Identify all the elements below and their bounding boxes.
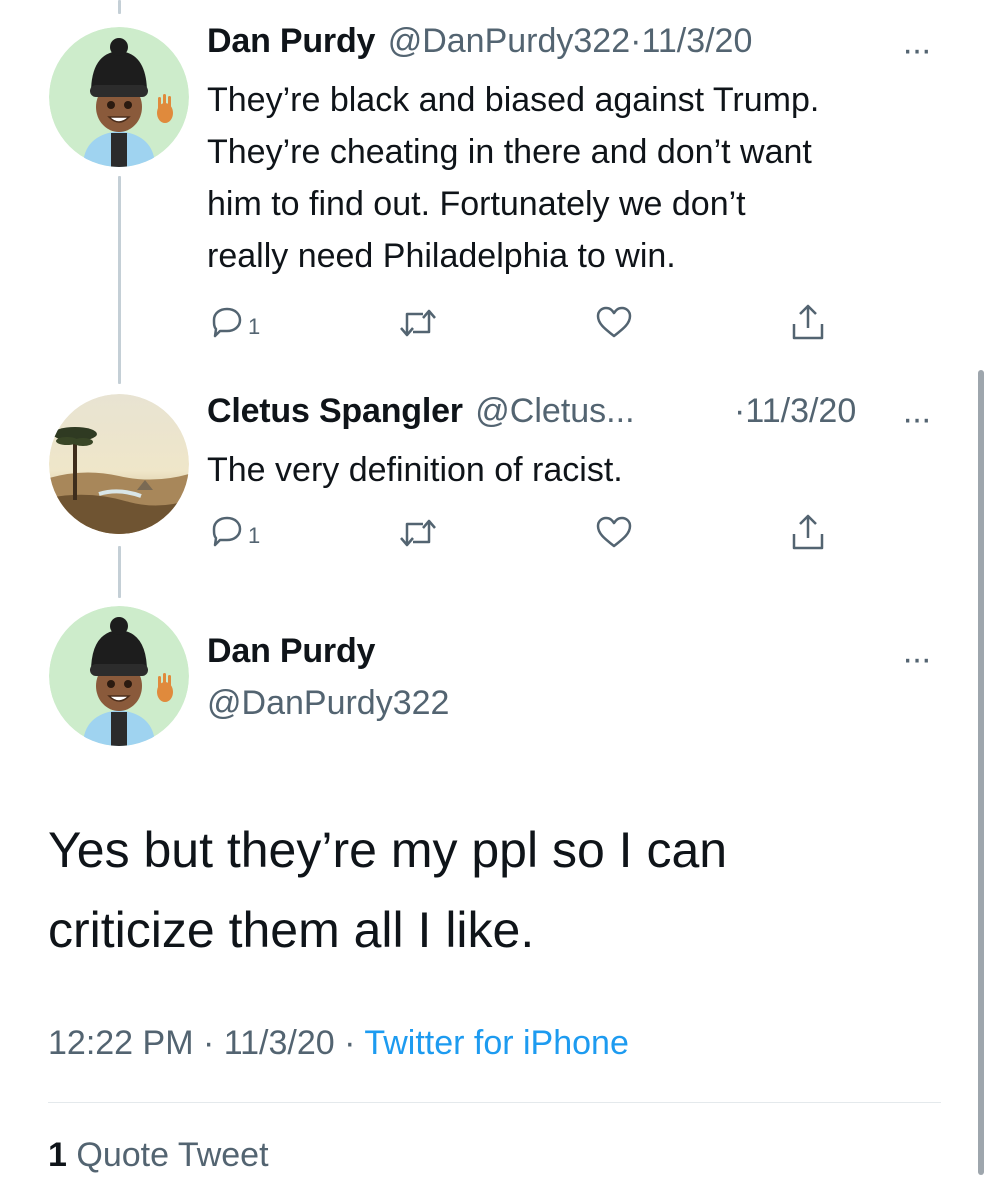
tweet-date[interactable]: 11/3/20 — [224, 1024, 335, 1062]
author-name[interactable]: Dan Purdy — [207, 22, 375, 60]
text-line: criticize them all I like. — [48, 902, 535, 958]
more-options-button[interactable]: ··· — [902, 402, 932, 436]
quote-label: Quote Tweet — [76, 1136, 269, 1174]
separator-dot: · — [202, 1024, 215, 1062]
thread-line-1 — [118, 176, 121, 384]
tweet-1-header: Dan Purdy @DanPurdy322·11/3/20 — [207, 22, 752, 61]
tweet-2-text: The very definition of racist. — [207, 444, 967, 496]
quote-tweets-link[interactable]: 1 Quote Tweet — [48, 1136, 269, 1175]
retweet-button[interactable] — [397, 306, 439, 340]
share-icon — [792, 304, 824, 340]
separator-dot: · — [734, 392, 746, 430]
text-line: The very definition of racist. — [207, 451, 623, 489]
text-line: him to find out. Fortunately we don’t — [207, 185, 746, 223]
retweet-icon — [400, 519, 436, 547]
tweet-meta: 12:22 PM · 11/3/20 · Twitter for iPhone — [48, 1024, 629, 1063]
tweet-time[interactable]: 12:22 PM — [48, 1024, 194, 1062]
reply-count: 1 — [248, 314, 261, 339]
quote-count: 1 — [48, 1136, 67, 1174]
reply-count: 1 — [248, 523, 261, 548]
author-handle[interactable]: @Cletus... — [475, 392, 634, 430]
author-name[interactable]: Cletus Spangler — [207, 392, 463, 430]
thread-line-top — [118, 0, 121, 14]
author-handle[interactable]: @DanPurdy322 — [388, 22, 630, 60]
author-handle[interactable]: @DanPurdy322 — [207, 684, 449, 723]
share-button[interactable] — [789, 302, 827, 342]
more-options-button[interactable]: ··· — [902, 33, 932, 67]
like-button[interactable] — [595, 305, 633, 339]
reply-icon — [212, 516, 242, 547]
text-line: They’re cheating in there and don’t want — [207, 133, 812, 171]
share-button[interactable] — [789, 512, 827, 552]
tweet-date[interactable]: 11/3/20 — [641, 22, 752, 60]
reply-button[interactable]: 1 — [208, 513, 260, 549]
divider — [48, 1102, 941, 1103]
text-line: They’re black and biased against Trump. — [207, 81, 820, 119]
scrollbar[interactable] — [978, 370, 984, 1175]
source-link[interactable]: Twitter for iPhone — [364, 1024, 629, 1062]
like-icon — [596, 306, 632, 338]
thread-line-2 — [118, 546, 121, 598]
avatar[interactable] — [49, 394, 189, 534]
like-button[interactable] — [595, 515, 633, 549]
tweet-1-text: They’re black and biased against Trump. … — [207, 74, 967, 282]
separator-dot: · — [344, 1024, 356, 1062]
avatar[interactable] — [49, 27, 189, 167]
reply-icon — [212, 307, 242, 338]
avatar[interactable] — [49, 606, 189, 746]
retweet-button[interactable] — [397, 516, 439, 550]
tweet-2-header: Cletus Spangler @Cletus... — [207, 392, 635, 431]
retweet-icon — [400, 309, 436, 337]
tweet-date[interactable]: 11/3/20 — [745, 392, 856, 430]
like-icon — [596, 516, 632, 548]
author-name[interactable]: Dan Purdy — [207, 632, 375, 671]
more-options-button[interactable]: ··· — [902, 642, 932, 676]
text-line: Yes but they’re my ppl so I can — [48, 822, 728, 878]
tweet-2-date-group: ·11/3/20 — [734, 392, 856, 431]
main-tweet-text: Yes but they’re my ppl so I can criticiz… — [48, 810, 948, 970]
reply-button[interactable]: 1 — [208, 304, 260, 340]
separator-dot: · — [630, 22, 642, 60]
share-icon — [792, 514, 824, 550]
text-line: really need Philadelphia to win. — [207, 237, 676, 275]
